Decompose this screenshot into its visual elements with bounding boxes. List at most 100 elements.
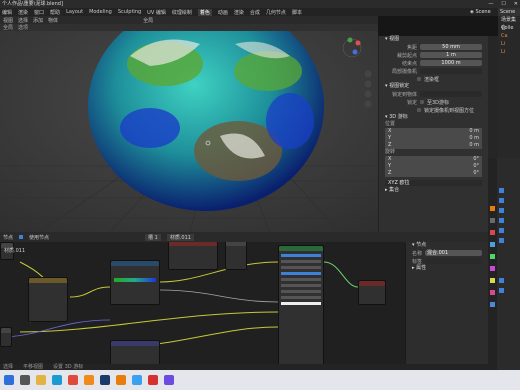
lock-camera-label: 锁定摄像机到视图方位	[424, 107, 475, 114]
scene-selector[interactable]: ◈ Scene	[470, 8, 491, 16]
lock-object-field[interactable]	[420, 91, 482, 97]
sidebar-panel: ▾ 视图 焦距 50 mm 裁剪起点 1 m 结束点 1000 m 局部摄像机 渲染框…	[378, 36, 488, 232]
node-color-ramp[interactable]	[110, 260, 160, 305]
search-icon[interactable]	[20, 375, 30, 385]
tab-geometry-nodes[interactable]: 几何节点	[266, 9, 286, 16]
clip-start-field[interactable]: 1 m	[420, 52, 482, 58]
local-camera-row: 局部摄像机	[379, 67, 488, 75]
viewport-menu-select[interactable]: 选择	[18, 17, 28, 24]
transform-orientation[interactable]: 全局	[143, 17, 153, 24]
view-lock-title[interactable]: ▾ 视图锁定	[379, 83, 488, 90]
cursor-rot-y[interactable]: Y 0°	[385, 163, 482, 170]
local-camera-label: 局部摄像机	[391, 68, 417, 75]
node-texture[interactable]	[168, 242, 218, 270]
toolbar-global[interactable]: 全局	[3, 24, 13, 31]
cursor-rot-z[interactable]: Z 0°	[385, 170, 482, 177]
node-principled-bsdf[interactable]	[278, 245, 324, 370]
edge-icon[interactable]	[52, 375, 62, 385]
app-icon[interactable]	[164, 375, 174, 385]
node-mix[interactable]	[28, 277, 68, 322]
photoshop-icon[interactable]	[100, 375, 110, 385]
firefox-icon[interactable]	[84, 375, 94, 385]
node-label-label: 标签	[411, 258, 422, 265]
node-name-field[interactable]: 混合.001	[425, 250, 482, 256]
clip-start-label: 裁剪起点	[396, 52, 417, 59]
tab-modeling[interactable]: Modeling	[89, 9, 112, 15]
tab-scripting[interactable]: 脚本	[292, 9, 302, 16]
tab-rendering[interactable]: 渲染	[234, 9, 244, 16]
clip-end-label: 结束点	[401, 60, 417, 67]
rotation-mode-row: XYZ 欧拉	[379, 179, 488, 187]
render-region-checkbox[interactable]	[417, 77, 421, 81]
rotation-mode-select[interactable]: XYZ 欧拉	[385, 180, 482, 186]
properties-section-title[interactable]: ▸ 属性	[406, 265, 488, 272]
menu-render[interactable]: 渲染	[18, 9, 28, 16]
window-controls: — ☐ ✕	[488, 0, 518, 8]
lock-cursor-checkbox[interactable]	[420, 100, 424, 104]
close-button[interactable]: ✕	[514, 0, 518, 8]
outliner-item[interactable]: Li	[498, 40, 520, 48]
lock-camera-row: 锁定摄像机到视图方位	[379, 106, 488, 114]
lock-camera-checkbox[interactable]	[417, 108, 421, 112]
outliner-item[interactable]: Colle	[498, 24, 520, 32]
material-label: 材质.011	[4, 248, 26, 254]
tab-shading[interactable]: 着色	[197, 8, 212, 16]
local-camera-field[interactable]	[420, 68, 482, 74]
outliner-item[interactable]: Ca	[498, 32, 520, 40]
node-label-field[interactable]	[425, 258, 482, 264]
node-sidebar: ▾ 节点 名称 混合.001 标签 ▸ 属性	[405, 242, 488, 370]
node-name-row: 名称 混合.001	[406, 249, 488, 257]
windows-icon[interactable]	[4, 375, 14, 385]
chrome-icon[interactable]	[68, 375, 78, 385]
menu-window[interactable]: 窗口	[34, 9, 44, 16]
material-selector[interactable]: 材质.011	[166, 233, 194, 241]
clip-end-row: 结束点 1000 m	[379, 59, 488, 67]
lock-cursor-row: 锁定 至3D游标	[379, 98, 488, 106]
lens-field[interactable]: 50 mm	[420, 44, 482, 50]
clip-start-row: 裁剪起点 1 m	[379, 51, 488, 59]
outliner-item[interactable]: Li	[498, 48, 520, 56]
slot-selector[interactable]: 槽 1	[145, 233, 161, 241]
blender-icon[interactable]	[116, 375, 126, 385]
menu-edit[interactable]: 编辑	[2, 9, 12, 16]
tab-texture-paint[interactable]: 纹理绘制	[172, 9, 192, 16]
viewport-menu-object[interactable]: 物体	[48, 17, 58, 24]
viewport-header: 视图 选择 添加 物体 全局	[0, 16, 378, 24]
cursor-loc-y[interactable]: Y0 m	[385, 135, 482, 142]
clip-end-field[interactable]: 1000 m	[420, 60, 482, 66]
maximize-button[interactable]: ☐	[501, 0, 505, 8]
cursor-rot-x[interactable]: X 0°	[385, 156, 482, 163]
tab-animation[interactable]: 动画	[218, 9, 228, 16]
node-small[interactable]	[225, 242, 247, 270]
collections-title[interactable]: ▸ 集合	[379, 187, 488, 194]
node-material-output[interactable]	[358, 280, 386, 305]
properties-tabs[interactable]	[488, 158, 497, 370]
viewport-menu-add[interactable]: 添加	[33, 17, 43, 24]
location-label: 位置	[385, 121, 396, 127]
toolbar-options[interactable]: 选项	[18, 24, 28, 31]
minimize-button[interactable]: —	[488, 0, 493, 8]
cursor-section-title[interactable]: ▾ 3D 游标	[379, 114, 488, 121]
node-offscreen[interactable]	[0, 327, 12, 347]
tab-uv[interactable]: UV 编辑	[147, 9, 166, 16]
tab-compositing[interactable]: 合成	[250, 9, 260, 16]
cursor-loc-x[interactable]: X0 m	[385, 128, 482, 135]
tab-sculpting[interactable]: Sculpting	[118, 9, 141, 15]
qq-icon[interactable]	[132, 375, 142, 385]
view-section-title[interactable]: ▾ 视图	[379, 36, 488, 43]
node-menu[interactable]: 节点	[3, 234, 13, 241]
use-nodes-checkbox[interactable]	[19, 235, 24, 239]
menu-help[interactable]: 帮助	[50, 9, 60, 16]
window-title: 个人作品\重要\泥球.blend]	[2, 1, 63, 7]
wps-icon[interactable]	[148, 375, 158, 385]
properties-tab-icons	[490, 206, 495, 307]
tab-layout[interactable]: Layout	[66, 9, 83, 15]
viewport-menu-view[interactable]: 视图	[3, 17, 13, 24]
outliner-item[interactable]: 场景集合	[498, 16, 520, 31]
node-section-title[interactable]: ▾ 节点	[406, 242, 488, 249]
cursor-loc-z[interactable]: Z0 m	[385, 142, 482, 149]
explorer-icon[interactable]	[36, 375, 46, 385]
viewport-scene	[0, 16, 378, 232]
node-canvas[interactable]: 材质.011	[0, 242, 405, 370]
3d-viewport[interactable]: 视图 选择 添加 物体 全局 全局 选项	[0, 16, 378, 232]
